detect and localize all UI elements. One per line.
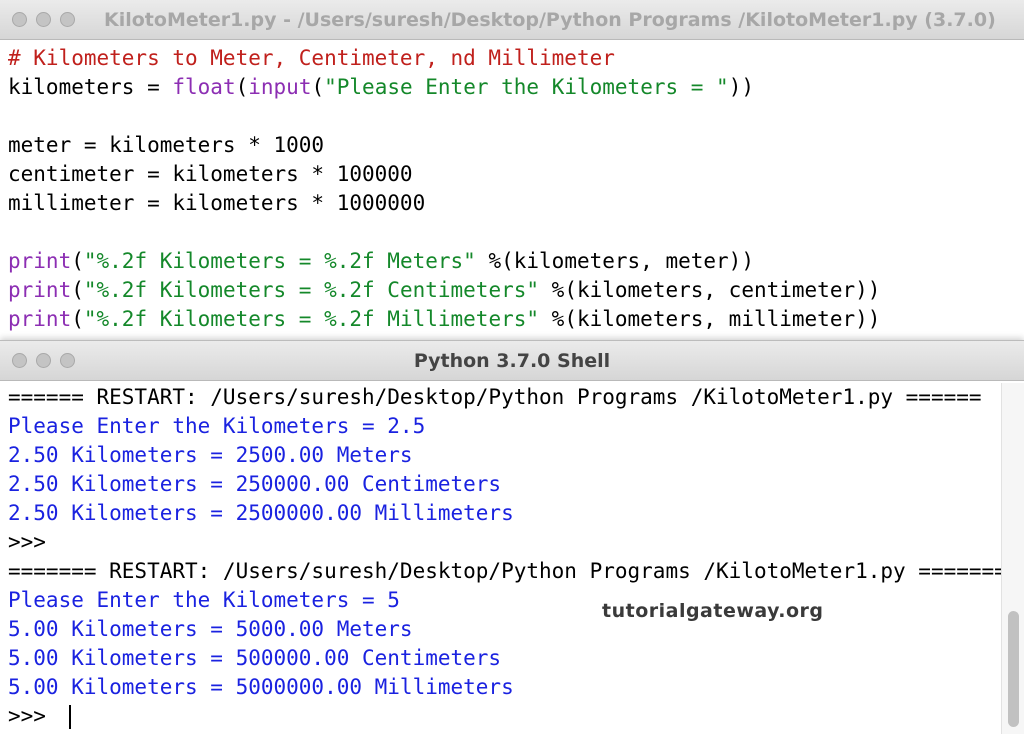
output-line: 5.00 Kilometers = 500000.00 Centimeters [8,646,502,670]
builtin-float: float [172,75,236,99]
minimize-button[interactable] [36,12,51,27]
code-line-4: meter = kilometers * 1000 [8,133,325,157]
shell-prompt: >>> [8,530,46,554]
code-text: ( [71,307,84,331]
code-line-6: millimeter = kilometers * 1000000 [8,191,426,215]
builtin-input: input [248,75,312,99]
builtin-print: print [8,249,72,273]
shell-title: Python 3.7.0 Shell [413,350,611,372]
code-area[interactable]: # Kilometers to Meter, Centimeter, nd Mi… [8,44,1024,334]
output-line: 2.50 Kilometers = 2500000.00 Millimeters [8,501,514,525]
output-line: 2.50 Kilometers = 250000.00 Centimeters [8,472,502,496]
code-text: ( [311,75,325,99]
zoom-button[interactable] [60,12,75,27]
watermark: tutorialgateway.org [602,600,824,622]
output-line: 5.00 Kilometers = 5000000.00 Millimeters [8,675,514,699]
code-text: ( [235,75,249,99]
code-line-2: kilometers = float(input("Please Enter t… [8,73,1024,102]
scrollbar-thumb[interactable] [1008,611,1019,727]
code-line-5: centimeter = kilometers * 100000 [8,162,413,186]
code-text: %(kilometers, millimeter)) [539,307,881,331]
shell-titlebar: Python 3.7.0 Shell [0,341,1024,381]
code-text: %(kilometers, meter)) [475,249,754,273]
string-literal: "%.2f Kilometers = %.2f Meters" [83,249,476,273]
editor-titlebar: KilotoMeter1.py - /Users/suresh/Desktop/… [0,0,1024,40]
close-button[interactable] [12,12,27,27]
output-line: 5.00 Kilometers = 5000.00 Meters [8,617,413,641]
code-text: ( [71,249,84,273]
scrollbar-track[interactable] [1001,383,1024,734]
output-line: Please Enter the Kilometers = 2.5 [8,414,426,438]
code-text: )) [728,75,754,99]
code-line-10: print("%.2f Kilometers = %.2f Millimeter… [8,305,1024,334]
code-text: %(kilometers, centimeter)) [539,278,881,302]
window-controls [12,12,75,27]
code-line-1: # Kilometers to Meter, Centimeter, nd Mi… [8,44,1024,73]
code-line-8: print("%.2f Kilometers = %.2f Meters" %(… [8,247,1024,276]
output-line: Please Enter the Kilometers = 5 [8,588,400,612]
editor-title: KilotoMeter1.py - /Users/suresh/Desktop/… [104,9,996,31]
builtin-print: print [8,278,72,302]
restart-banner: ======= RESTART: /Users/suresh/Desktop/P… [8,559,1007,583]
comment: # Kilometers to Meter, Centimeter, nd Mi… [8,46,615,70]
code-text: kilometers = [8,75,173,99]
string-literal: "Please Enter the Kilometers = " [324,75,729,99]
shell-input-line[interactable]: >>> [8,702,1000,731]
builtin-print: print [8,307,72,331]
string-literal: "%.2f Kilometers = %.2f Centimeters" [83,278,540,302]
text-cursor [68,705,71,729]
shell-prompt: >>> [8,704,59,728]
shell-output[interactable]: ====== RESTART: /Users/suresh/Desktop/Py… [8,383,1007,731]
string-literal: "%.2f Kilometers = %.2f Millimeters" [83,307,540,331]
editor-window: KilotoMeter1.py - /Users/suresh/Desktop/… [0,0,1024,340]
code-line-9: print("%.2f Kilometers = %.2f Centimeter… [8,276,1024,305]
code-text: ( [71,278,84,302]
output-line: 2.50 Kilometers = 2500.00 Meters [8,443,413,467]
shell-window: Python 3.7.0 Shell ====== RESTART: /User… [0,340,1024,734]
restart-banner: ====== RESTART: /Users/suresh/Desktop/Py… [8,385,982,409]
